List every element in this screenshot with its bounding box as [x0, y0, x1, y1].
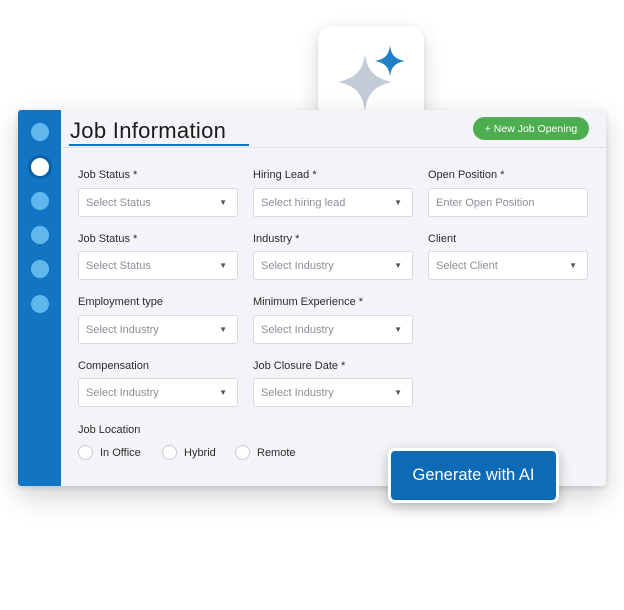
hybrid-radio[interactable] — [162, 445, 177, 460]
step-dot-active[interactable] — [31, 158, 49, 176]
step-dot[interactable] — [31, 226, 49, 244]
industry-label: Industry * — [253, 233, 300, 245]
chevron-down-icon: ▼ — [394, 198, 402, 207]
page-title: Job Information — [70, 118, 227, 143]
step-dot[interactable] — [31, 260, 49, 278]
min-experience-value: Select Industry — [261, 323, 334, 336]
in-office-radio[interactable] — [78, 445, 93, 460]
chevron-down-icon: ▼ — [219, 261, 227, 270]
industry-select[interactable]: Select Industry ▼ — [253, 251, 413, 280]
hybrid-label: Hybrid — [184, 447, 216, 459]
hiring-lead-value: Select hiring lead — [261, 196, 346, 209]
remote-radio[interactable] — [235, 445, 250, 460]
chevron-down-icon: ▼ — [219, 325, 227, 334]
employment-type-label: Employment type — [78, 296, 163, 308]
open-position-placeholder: Enter Open Position — [436, 196, 535, 209]
closure-date-label: Job Closure Date * — [253, 360, 346, 372]
employment-type-value: Select Industry — [86, 323, 159, 336]
remote-label: Remote — [257, 447, 296, 459]
open-position-label: Open Position * — [428, 169, 505, 181]
job-information-card: Job Information + New Job Opening Job St… — [18, 110, 606, 486]
industry-value: Select Industry — [261, 259, 334, 272]
step-dot[interactable] — [31, 192, 49, 210]
chevron-down-icon: ▼ — [394, 388, 402, 397]
open-position-input[interactable]: Enter Open Position — [428, 188, 588, 217]
job-status-select[interactable]: Select Status ▼ — [78, 188, 238, 217]
employment-type-select[interactable]: Select Industry ▼ — [78, 315, 238, 344]
job-status-value: Select Status — [86, 196, 151, 209]
compensation-select[interactable]: Select Industry ▼ — [78, 378, 238, 407]
job-location-label: Job Location — [78, 424, 141, 436]
chevron-down-icon: ▼ — [569, 261, 577, 270]
step-dot[interactable] — [31, 295, 49, 313]
job-status-label-2: Job Status * — [78, 233, 138, 245]
compensation-value: Select Industry — [86, 386, 159, 399]
chevron-down-icon: ▼ — [394, 261, 402, 270]
hiring-lead-label: Hiring Lead * — [253, 169, 317, 181]
job-status-select-2[interactable]: Select Status ▼ — [78, 251, 238, 280]
closure-date-select[interactable]: Select Industry ▼ — [253, 378, 413, 407]
hiring-lead-select[interactable]: Select hiring lead ▼ — [253, 188, 413, 217]
chevron-down-icon: ▼ — [219, 388, 227, 397]
job-status-label: Job Status * — [78, 169, 138, 181]
title-underline — [69, 144, 249, 146]
step-dot[interactable] — [31, 123, 49, 141]
new-job-opening-button[interactable]: + New Job Opening — [473, 117, 589, 140]
min-experience-select[interactable]: Select Industry ▼ — [253, 315, 413, 344]
job-status-value-2: Select Status — [86, 259, 151, 272]
client-select[interactable]: Select Client ▼ — [428, 251, 588, 280]
chevron-down-icon: ▼ — [394, 325, 402, 334]
generate-with-ai-button[interactable]: Generate with AI — [388, 448, 559, 503]
in-office-label: In Office — [100, 447, 141, 459]
client-label: Client — [428, 233, 457, 245]
min-experience-label: Minimum Experience * — [253, 296, 364, 308]
closure-date-value: Select Industry — [261, 386, 334, 399]
step-rail — [18, 110, 61, 486]
header-divider — [62, 147, 606, 148]
compensation-label: Compensation — [78, 360, 149, 372]
chevron-down-icon: ▼ — [219, 198, 227, 207]
client-value: Select Client — [436, 259, 498, 272]
